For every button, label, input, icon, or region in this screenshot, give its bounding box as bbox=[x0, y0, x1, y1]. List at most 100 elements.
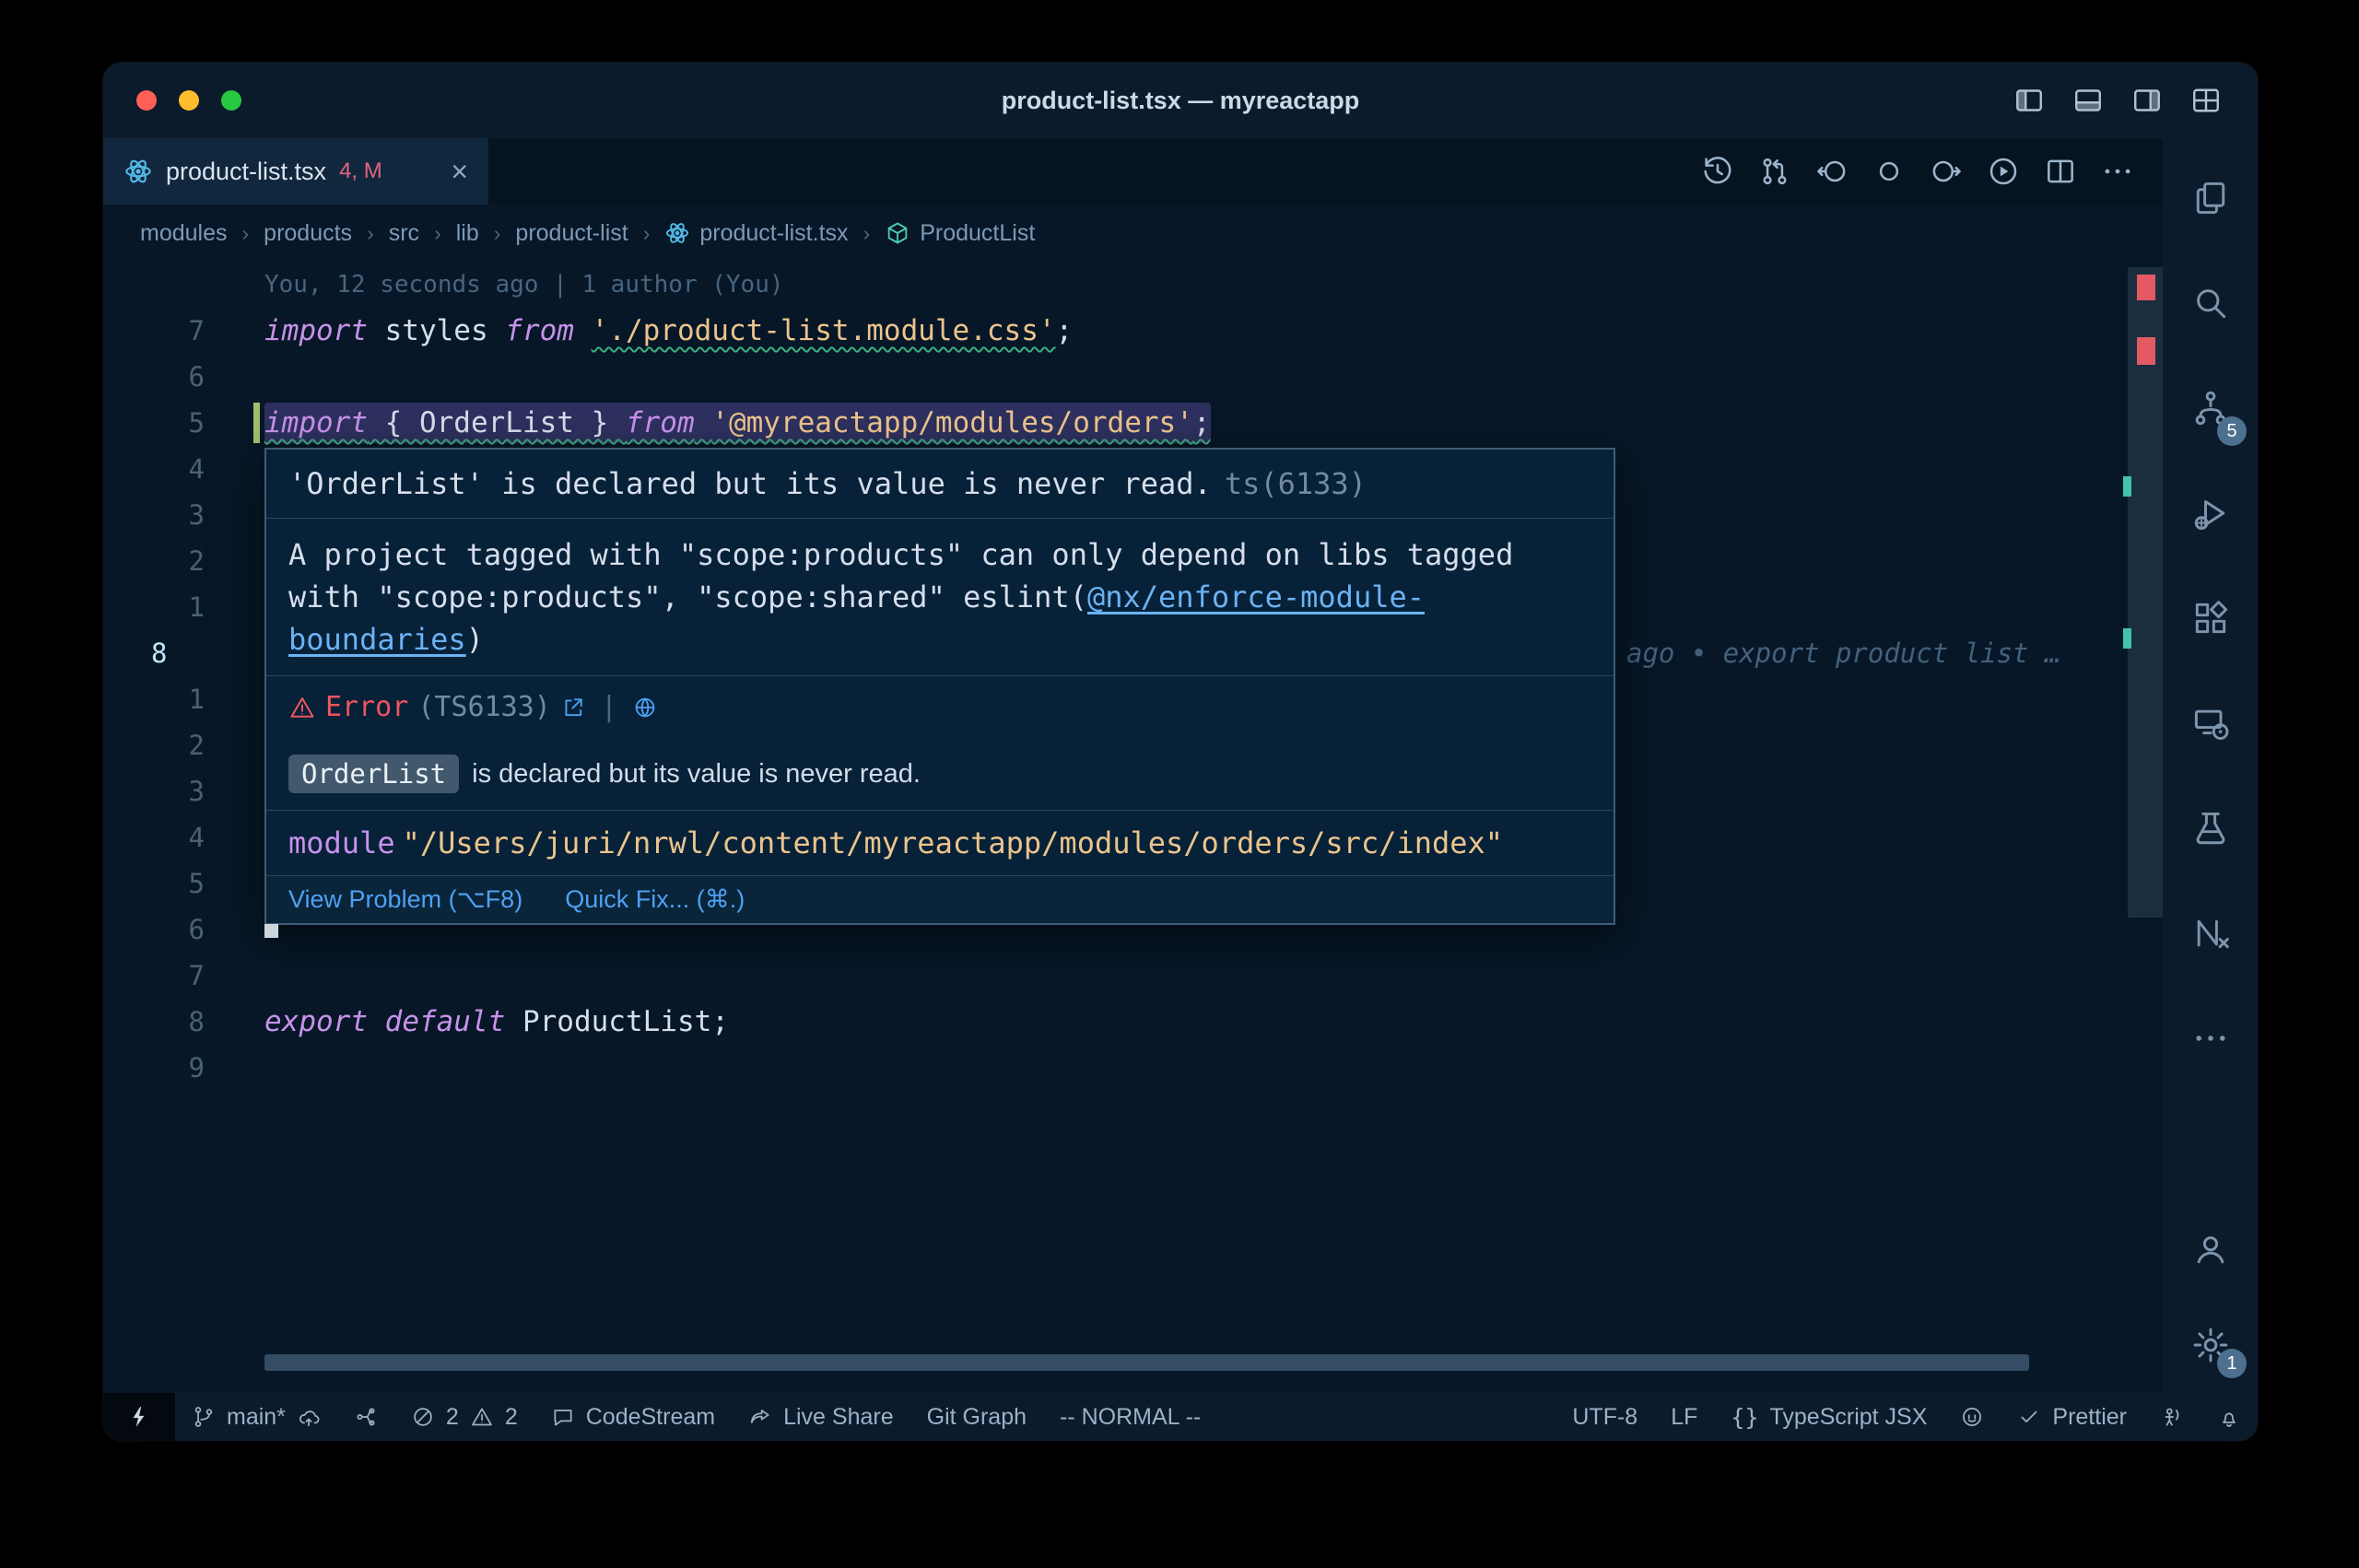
activity-extensions[interactable] bbox=[2163, 566, 2258, 671]
activity-remote-explorer[interactable] bbox=[2163, 671, 2258, 776]
token: import bbox=[264, 406, 368, 439]
current-line-number[interactable]: 8 bbox=[103, 638, 241, 669]
token: default bbox=[385, 1005, 506, 1038]
status-accessibility[interactable] bbox=[2143, 1393, 2201, 1441]
tab-label: product-list.tsx bbox=[166, 158, 326, 186]
status-eol[interactable]: LF bbox=[1654, 1393, 1714, 1441]
zoom-window-button[interactable] bbox=[221, 90, 241, 111]
breadcrumb-lib[interactable]: lib bbox=[456, 220, 479, 247]
toggle-panel-icon[interactable] bbox=[2071, 84, 2105, 117]
react-icon bbox=[664, 220, 690, 246]
quick-fix-link[interactable]: Quick Fix... (⌘.) bbox=[565, 885, 745, 914]
git-actions-icon[interactable] bbox=[1757, 154, 1792, 189]
breadcrumb-label: ProductList bbox=[920, 220, 1035, 247]
navigate-circle-icon[interactable] bbox=[1872, 154, 1907, 189]
traffic-lights bbox=[103, 90, 241, 111]
warning-triangle-icon bbox=[288, 694, 316, 721]
code-text[interactable]: import styles from './product-list.modul… bbox=[241, 314, 1073, 347]
breadcrumb-separator: › bbox=[494, 221, 501, 246]
line-number[interactable]: 2 bbox=[103, 730, 241, 761]
activity-accounts[interactable] bbox=[2163, 1201, 2258, 1297]
error-circle-icon bbox=[411, 1405, 435, 1429]
navigate-forward-icon[interactable] bbox=[1929, 154, 1964, 189]
line-number[interactable]: 8 bbox=[103, 1006, 241, 1037]
line-number[interactable]: 1 bbox=[103, 591, 241, 623]
line-number[interactable]: 5 bbox=[103, 868, 241, 899]
activity-testing[interactable] bbox=[2163, 776, 2258, 881]
breadcrumb-product-list[interactable]: product-list bbox=[515, 220, 628, 247]
line-number[interactable]: 7 bbox=[103, 315, 241, 346]
line-number[interactable]: 2 bbox=[103, 545, 241, 577]
line-number[interactable]: 6 bbox=[103, 914, 241, 945]
hover-actions: View Problem (⌥F8) Quick Fix... (⌘.) bbox=[266, 876, 1614, 923]
overview-change-mark bbox=[2123, 628, 2131, 649]
code-editor[interactable]: You, 12 seconds ago | 1 author (You)7imp… bbox=[103, 262, 2163, 1393]
status-git-branch[interactable]: main* bbox=[175, 1393, 337, 1441]
toggle-secondary-sidebar-icon[interactable] bbox=[2130, 84, 2164, 117]
activity-additional-views[interactable] bbox=[2163, 986, 2258, 1091]
breadcrumb-separator: › bbox=[367, 221, 374, 246]
breadcrumb-label: products bbox=[264, 220, 352, 247]
status-remote-indicator[interactable] bbox=[103, 1393, 175, 1441]
status-copilot[interactable] bbox=[1943, 1393, 2001, 1441]
token: styles bbox=[368, 314, 505, 347]
activity-source-control[interactable]: 5 bbox=[2163, 356, 2258, 461]
tab-product-list[interactable]: product-list.tsx 4, M × bbox=[103, 138, 488, 205]
status-live-share[interactable]: Live Share bbox=[732, 1393, 910, 1441]
line-number[interactable]: 3 bbox=[103, 776, 241, 807]
breadcrumb-productlist[interactable]: ProductList bbox=[885, 220, 1035, 247]
minimize-window-button[interactable] bbox=[179, 90, 199, 111]
line-number[interactable]: 5 bbox=[103, 407, 241, 439]
run-file-icon[interactable] bbox=[1986, 154, 2021, 189]
status-encoding[interactable]: UTF-8 bbox=[1555, 1393, 1654, 1441]
module-path: "/Users/juri/nrwl/content/myreactapp/mod… bbox=[403, 825, 1503, 860]
timeline-icon[interactable] bbox=[1700, 154, 1735, 189]
check-icon bbox=[2017, 1405, 2041, 1429]
line-number[interactable]: 3 bbox=[103, 499, 241, 531]
token: { OrderList } bbox=[368, 406, 626, 439]
status-bar-left: main* 22CodeStreamLive ShareGit Graph-- N… bbox=[103, 1393, 1217, 1441]
split-editor-icon[interactable] bbox=[2043, 154, 2078, 189]
hover-resize-grip[interactable] bbox=[264, 924, 278, 938]
line-number[interactable]: 9 bbox=[103, 1052, 241, 1083]
line-number[interactable]: 7 bbox=[103, 960, 241, 991]
code-text[interactable]: import { OrderList } from '@myreactapp/m… bbox=[241, 406, 1211, 439]
status-git-graph[interactable]: Git Graph bbox=[910, 1393, 1043, 1441]
status-problems[interactable]: 22 bbox=[394, 1393, 534, 1441]
line-number[interactable]: 1 bbox=[103, 684, 241, 715]
activity-settings[interactable]: 1 bbox=[2163, 1297, 2258, 1393]
close-tab-icon[interactable]: × bbox=[451, 157, 468, 186]
horizontal-scrollbar[interactable] bbox=[264, 1354, 2029, 1371]
overview-error-mark bbox=[2137, 337, 2155, 365]
activity-explorer[interactable] bbox=[2163, 146, 2258, 251]
code-text[interactable]: export default ProductList; bbox=[241, 1005, 729, 1038]
status-vim-mode[interactable]: -- NORMAL -- bbox=[1043, 1393, 1217, 1441]
breadcrumb-products[interactable]: products bbox=[264, 220, 352, 247]
customize-layout-icon[interactable] bbox=[2189, 84, 2223, 117]
globe-icon[interactable] bbox=[632, 695, 658, 720]
warning-icon bbox=[470, 1405, 494, 1429]
breadcrumb-product-list-tsx[interactable]: product-list.tsx bbox=[664, 220, 848, 247]
close-window-button[interactable] bbox=[136, 90, 157, 111]
navigate-back-icon[interactable] bbox=[1814, 154, 1849, 189]
code-text[interactable]: You, 12 seconds ago | 1 author (You) bbox=[241, 271, 784, 298]
status-language-mode[interactable]: {}TypeScript JSX bbox=[1714, 1393, 1943, 1441]
status-formatter[interactable]: Prettier bbox=[2001, 1393, 2143, 1441]
activity-search[interactable] bbox=[2163, 251, 2258, 356]
status-codestream[interactable]: CodeStream bbox=[534, 1393, 732, 1441]
more-actions-icon[interactable] bbox=[2100, 154, 2135, 189]
activity-run-and-debug[interactable] bbox=[2163, 461, 2258, 566]
status-bar: main* 22CodeStreamLive ShareGit Graph-- N… bbox=[103, 1393, 2258, 1441]
line-number[interactable]: 6 bbox=[103, 361, 241, 392]
view-problem-link[interactable]: View Problem (⌥F8) bbox=[288, 885, 522, 914]
line-number[interactable]: 4 bbox=[103, 453, 241, 485]
token: './product-list.module.css' bbox=[592, 314, 1056, 347]
status-commit-graph[interactable] bbox=[337, 1393, 394, 1441]
toggle-primary-sidebar-icon[interactable] bbox=[2013, 84, 2046, 117]
activity-nx-console[interactable] bbox=[2163, 881, 2258, 986]
breadcrumb-src[interactable]: src bbox=[389, 220, 419, 247]
line-number[interactable]: 4 bbox=[103, 822, 241, 853]
breadcrumb-modules[interactable]: modules bbox=[140, 220, 228, 247]
status-notifications[interactable] bbox=[2201, 1393, 2258, 1441]
open-external-icon[interactable] bbox=[560, 695, 586, 720]
